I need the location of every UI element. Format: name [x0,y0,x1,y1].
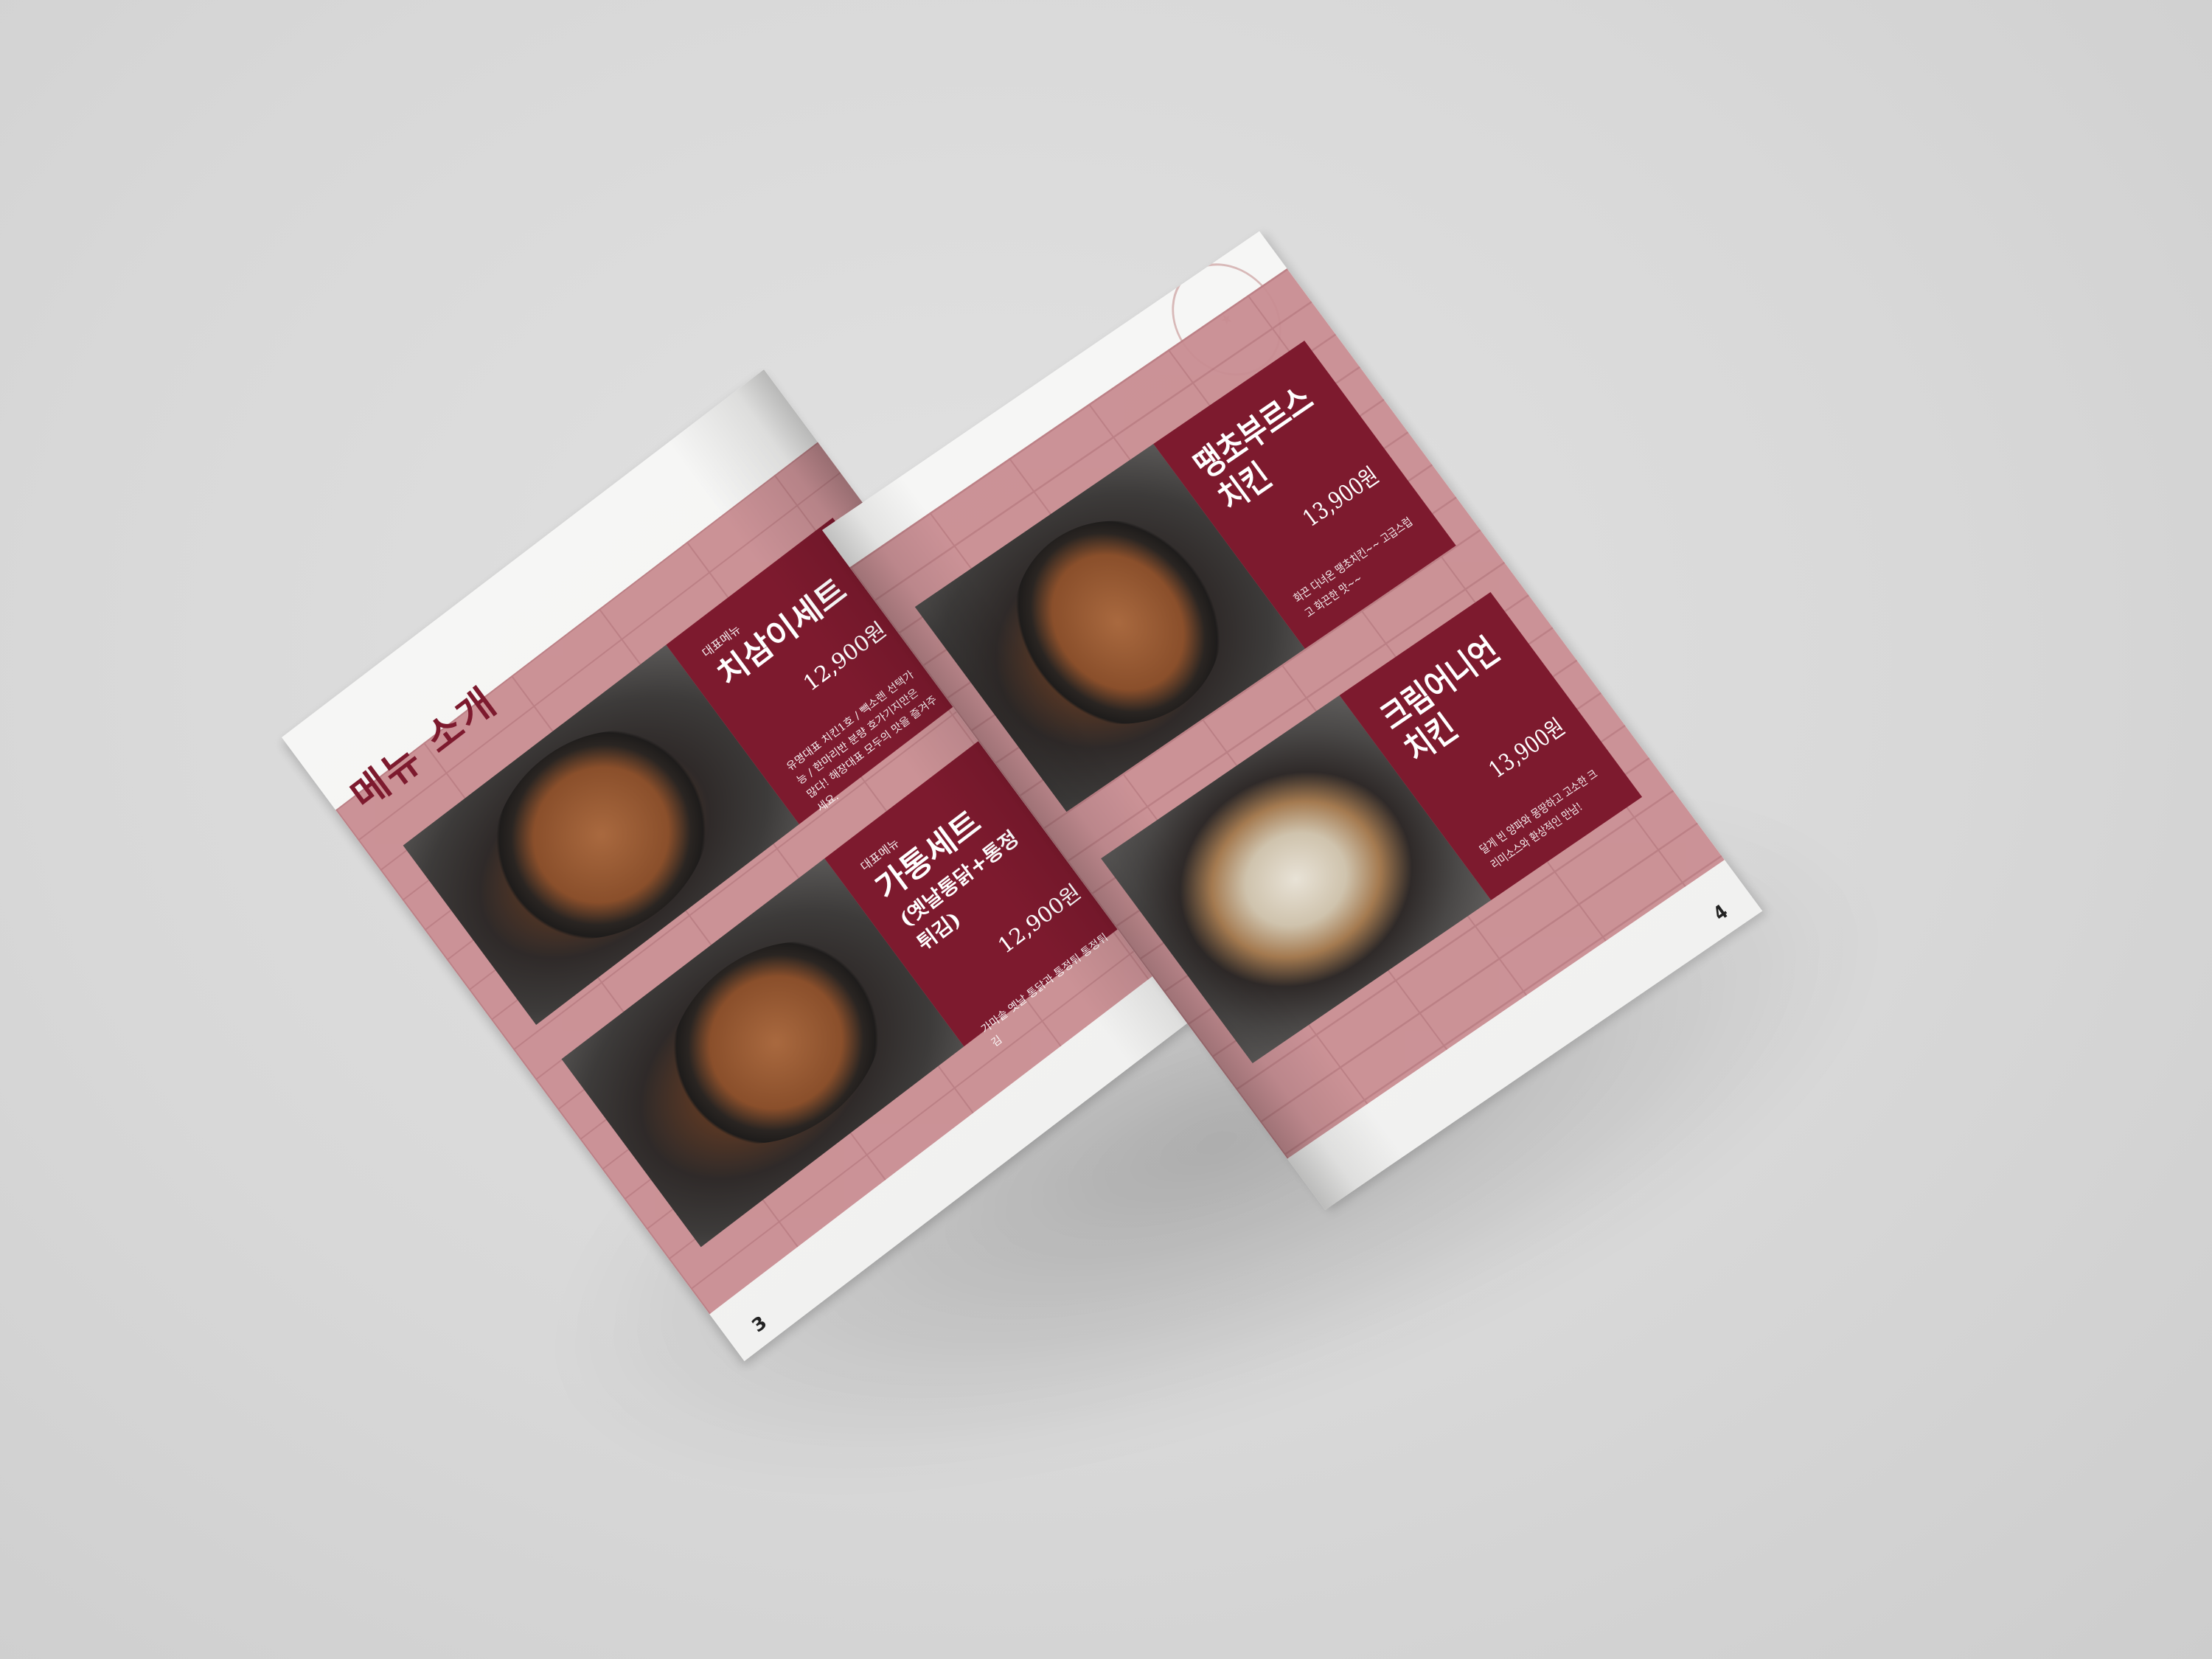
page-number: 3 [748,1312,771,1337]
page-number: 4 [1709,900,1733,926]
photo-scene: 메뉴 소개 대표메뉴 치삼이세트 12,900원 유명대표 치킨1호 / 빽소렌… [0,0,2212,1659]
